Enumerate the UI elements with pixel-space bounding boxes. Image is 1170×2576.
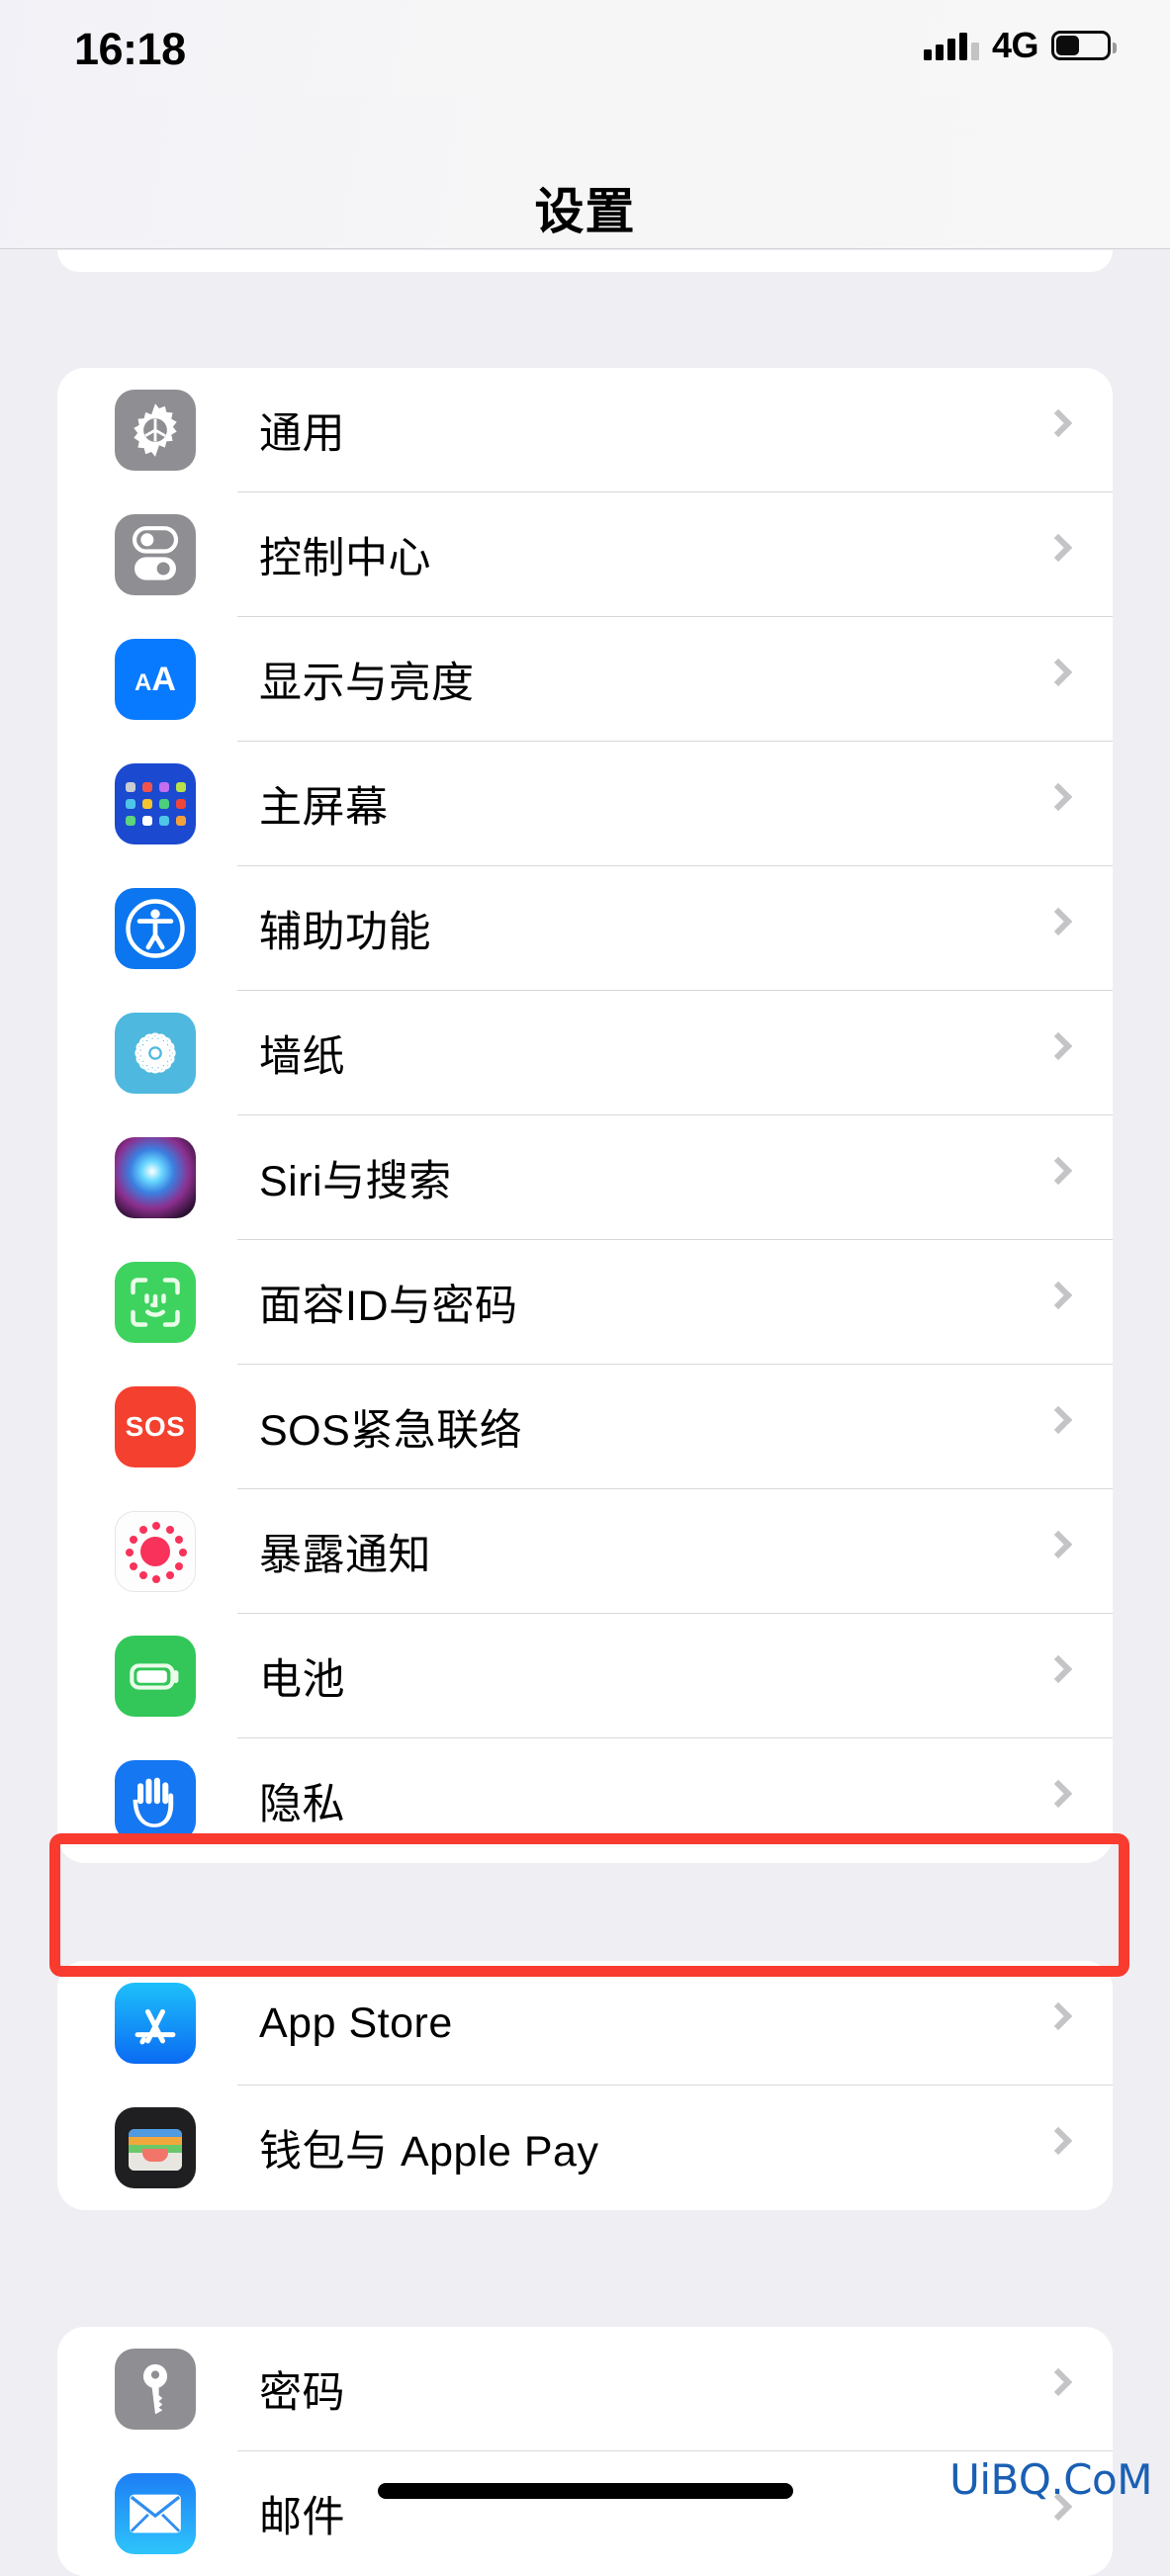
network-type-label: 4G bbox=[991, 25, 1039, 65]
settings-row[interactable]: 墙纸 bbox=[57, 991, 1113, 1115]
settings-row-label: 控制中心 bbox=[259, 535, 431, 582]
control-center-icon bbox=[115, 514, 196, 595]
settings-row-label: 电池 bbox=[259, 1656, 345, 1704]
status-bar-time: 16:18 bbox=[74, 24, 186, 74]
settings-row-label: SOS紧急联络 bbox=[259, 1407, 523, 1455]
chevron-right-icon bbox=[1043, 1654, 1073, 1684]
chevron-right-icon bbox=[1043, 1156, 1073, 1186]
chevron-right-icon bbox=[1043, 408, 1073, 438]
battery-icon bbox=[1051, 31, 1117, 60]
app-store-icon bbox=[115, 1983, 196, 2064]
cellular-bars-icon bbox=[923, 32, 979, 60]
home-screen-icon bbox=[115, 763, 196, 844]
navigation-bar: 设置 bbox=[0, 95, 1170, 249]
wallet-icon bbox=[115, 2107, 196, 2188]
settings-row-label: 密码 bbox=[259, 2369, 345, 2417]
chevron-right-icon bbox=[1043, 1530, 1073, 1559]
siri-icon bbox=[115, 1137, 196, 1218]
settings-row[interactable]: 主屏幕 bbox=[57, 742, 1113, 866]
settings-row[interactable]: 钱包与 Apple Pay bbox=[57, 2086, 1113, 2210]
settings-row[interactable]: 辅助功能 bbox=[57, 866, 1113, 991]
settings-row-label: 钱包与 Apple Pay bbox=[259, 2128, 599, 2176]
chevron-right-icon bbox=[1043, 2001, 1073, 2031]
settings-row-label: App Store bbox=[259, 1999, 453, 2047]
settings-row-label: 隐私 bbox=[259, 1781, 345, 1828]
chevron-right-icon bbox=[1043, 782, 1073, 812]
chevron-right-icon bbox=[1043, 2367, 1073, 2397]
settings-row[interactable]: 隐私 bbox=[57, 1738, 1113, 1863]
settings-scroll-view[interactable]: 通用 控制中心 AA 显示与亮度 主屏幕 辅助功能 墙纸 Siri与搜索 面容ID与密码 SOS S… bbox=[0, 250, 1170, 2576]
exposure-notifications-icon bbox=[115, 1511, 196, 1592]
battery-settings-icon bbox=[115, 1636, 196, 1717]
settings-row[interactable]: AA 显示与亮度 bbox=[57, 617, 1113, 742]
settings-row[interactable]: 面容ID与密码 bbox=[57, 1240, 1113, 1365]
chevron-right-icon bbox=[1043, 1779, 1073, 1809]
gear-icon bbox=[115, 390, 196, 471]
settings-row-label: 面容ID与密码 bbox=[259, 1283, 518, 1330]
privacy-hand-icon bbox=[115, 1760, 196, 1841]
settings-row[interactable]: 暴露通知 bbox=[57, 1489, 1113, 1614]
chevron-right-icon bbox=[1043, 1281, 1073, 1310]
face-id-icon bbox=[115, 1262, 196, 1343]
settings-row-label: 通用 bbox=[259, 410, 345, 458]
settings-row-label: 邮件 bbox=[259, 2494, 345, 2541]
display-brightness-icon: AA bbox=[115, 639, 196, 720]
chevron-right-icon bbox=[1043, 2126, 1073, 2156]
settings-row[interactable]: Siri与搜索 bbox=[57, 1115, 1113, 1240]
wallpaper-icon bbox=[115, 1013, 196, 1094]
page-title: 设置 bbox=[534, 184, 636, 239]
system-settings-group-card: 通用 控制中心 AA 显示与亮度 主屏幕 辅助功能 墙纸 Siri与搜索 面容ID与密码 SOS S… bbox=[57, 368, 1113, 1863]
chevron-right-icon bbox=[1043, 907, 1073, 936]
passwords-key-icon bbox=[115, 2349, 196, 2430]
clipped-group-card bbox=[57, 250, 1113, 272]
chevron-right-icon bbox=[1043, 1405, 1073, 1435]
settings-row[interactable]: 控制中心 bbox=[57, 492, 1113, 617]
sos-icon: SOS bbox=[115, 1386, 196, 1467]
accessibility-icon bbox=[115, 888, 196, 969]
settings-row[interactable]: 密码 bbox=[57, 2327, 1113, 2451]
settings-row-label: 辅助功能 bbox=[259, 909, 431, 956]
settings-row-label: Siri与搜索 bbox=[259, 1158, 452, 1205]
settings-row-label: 暴露通知 bbox=[259, 1532, 431, 1579]
chevron-right-icon bbox=[1043, 1031, 1073, 1061]
status-bar: 16:18 4G bbox=[0, 0, 1170, 95]
chevron-right-icon bbox=[1043, 533, 1073, 563]
settings-row[interactable]: 通用 bbox=[57, 368, 1113, 492]
mail-icon bbox=[115, 2473, 196, 2554]
settings-row[interactable]: SOS SOS紧急联络 bbox=[57, 1365, 1113, 1489]
settings-row-label: 主屏幕 bbox=[259, 784, 389, 832]
accounts-group-card: 密码 邮件 bbox=[57, 2327, 1113, 2576]
chevron-right-icon bbox=[1043, 658, 1073, 687]
store-group-card: App Store 钱包与 Apple Pay bbox=[57, 1961, 1113, 2210]
settings-row-label: 显示与亮度 bbox=[259, 660, 475, 707]
home-indicator bbox=[377, 2483, 793, 2499]
settings-row[interactable]: App Store bbox=[57, 1961, 1113, 2086]
settings-row-label: 墙纸 bbox=[259, 1033, 345, 1081]
settings-row[interactable]: 电池 bbox=[57, 1614, 1113, 1738]
status-bar-indicators: 4G bbox=[923, 25, 1117, 65]
watermark: UiBQ.CoM bbox=[949, 2455, 1152, 2504]
